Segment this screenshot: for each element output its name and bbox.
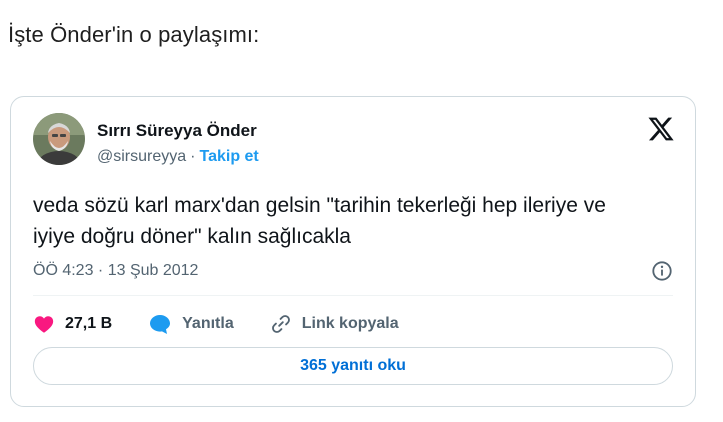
avatar[interactable] xyxy=(33,113,85,165)
divider xyxy=(33,295,673,296)
follow-button[interactable]: Takip et xyxy=(199,148,258,165)
reply-bubble-icon xyxy=(150,315,171,334)
author-handle[interactable]: @sirsureyya xyxy=(97,148,186,165)
avatar-image xyxy=(33,113,85,165)
intro-text: İşte Önder'in o paylaşımı: xyxy=(8,22,260,47)
read-replies-button[interactable]: 365 yanıtı oku xyxy=(33,347,673,385)
tweet-text: veda sözü karl marx'dan gelsin "tarihin … xyxy=(33,194,606,248)
link-icon xyxy=(271,315,290,333)
x-logo-icon[interactable] xyxy=(647,115,675,143)
copy-link-label: Link kopyala xyxy=(301,315,399,332)
info-icon[interactable] xyxy=(651,260,673,282)
action-bar: 27,1 B Yanıtla Link kopyala xyxy=(33,311,435,337)
embedded-tweet-card[interactable]: Sırrı Süreyya Önder @sirsureyya · Takip et… xyxy=(10,96,696,407)
author-name[interactable]: Sırrı Süreyya Önder xyxy=(97,121,257,141)
reply-button[interactable]: Yanıtla xyxy=(148,313,234,335)
like-button[interactable]: 27,1 B xyxy=(33,313,112,335)
tweet-timestamp[interactable]: ÖÖ 4:23 · 13 Şub 2012 xyxy=(33,262,198,280)
separator-dot: · xyxy=(190,148,196,165)
heart-icon xyxy=(34,316,54,333)
like-count: 27,1 B xyxy=(65,315,113,332)
copy-link-button[interactable]: Link kopyala xyxy=(270,313,399,335)
reply-label: Yanıtla xyxy=(182,315,234,332)
author-handle-row: @sirsureyya · Takip et xyxy=(97,148,259,166)
